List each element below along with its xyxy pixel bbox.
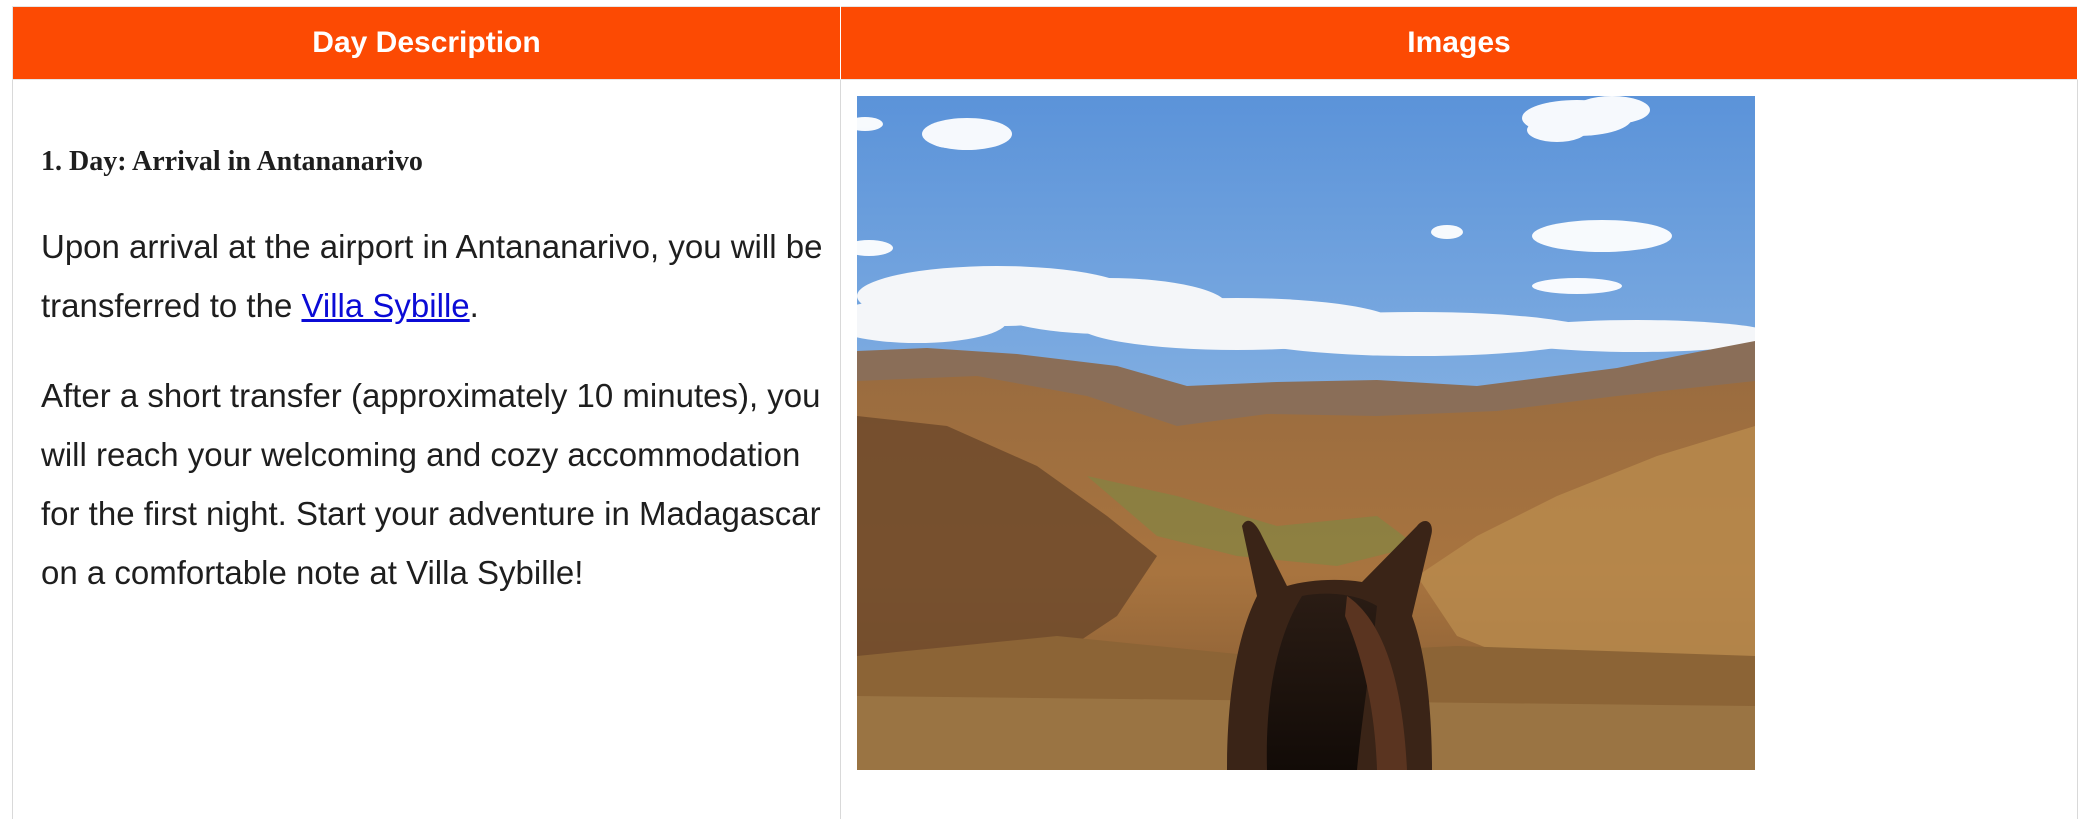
arrival-paragraph: Upon arrival at the airport in Antananar… [41,217,841,335]
day-description-cell: 1. Day: Arrival in Antananarivo Upon arr… [13,80,841,819]
header-day-description: Day Description [13,7,841,80]
madagascar-landscape-photo[interactable] [857,96,1755,770]
header-images: Images [841,7,2078,80]
images-cell [841,80,2078,819]
villa-sybille-link[interactable]: Villa Sybille [301,287,469,324]
arrival-text-end: . [470,287,479,324]
day-title: 1. Day: Arrival in Antananarivo [41,145,812,179]
itinerary-table: Day Description Images 1. Day: Arrival i… [12,6,2078,819]
table-header-row: Day Description Images [13,7,2078,80]
table-row: 1. Day: Arrival in Antananarivo Upon arr… [13,80,2078,819]
transfer-paragraph: After a short transfer (approximately 10… [41,366,841,602]
